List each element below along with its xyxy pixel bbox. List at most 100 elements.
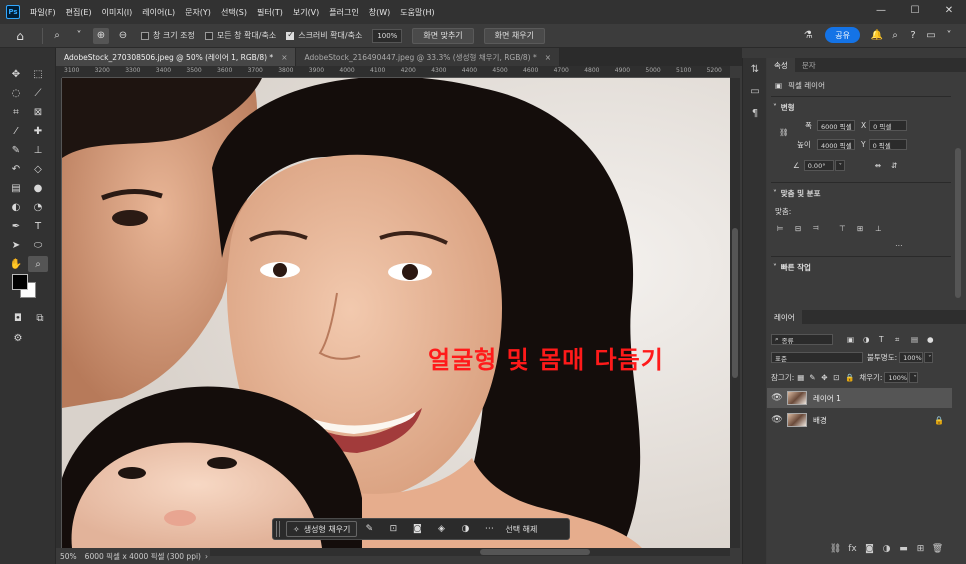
drag-handle[interactable] — [276, 521, 280, 537]
deselect-button[interactable]: 선택 해제 — [505, 524, 537, 535]
edit-toolbar-icon[interactable]: ⚙ — [8, 330, 28, 346]
filter-smart-icon[interactable]: ▤ — [911, 335, 927, 344]
menu-layer[interactable]: 레이어(L) — [142, 7, 175, 18]
marquee-tool-icon[interactable]: ⬚ — [28, 66, 48, 82]
properties-scrollbar[interactable] — [955, 148, 961, 298]
chevron-down-icon[interactable]: ˅ — [909, 372, 919, 383]
group-folder-icon[interactable]: ▬ — [895, 544, 912, 554]
fill-icon[interactable]: ◈ — [429, 524, 453, 534]
menu-filter[interactable]: 필터(T) — [257, 7, 283, 18]
eraser-tool-icon[interactable]: ◇ — [28, 161, 48, 177]
zoom-out-icon[interactable]: ⊖ — [115, 28, 131, 44]
tab-properties[interactable]: 속성 — [767, 58, 795, 72]
color-swatches[interactable] — [12, 274, 42, 304]
filter-type-icon[interactable]: T — [879, 335, 895, 344]
flask-icon[interactable]: ⚗ — [799, 30, 817, 41]
foreground-color-swatch[interactable] — [12, 274, 28, 290]
gradient-tool-icon[interactable]: ▤ — [6, 180, 26, 196]
close-icon[interactable]: ✕ — [932, 0, 966, 20]
y-field[interactable]: 0 픽셀 — [868, 139, 907, 150]
filter-pixel-icon[interactable]: ▣ — [847, 335, 863, 344]
screen-mode-icon[interactable]: ⧉ — [30, 310, 50, 326]
close-tab-icon[interactable]: × — [281, 53, 287, 62]
menu-help[interactable]: 도움말(H) — [400, 7, 434, 18]
more-options-icon[interactable]: ⋯ — [477, 524, 501, 534]
document-canvas[interactable]: 얼굴형 및 몸매 다듬기 — [62, 78, 730, 548]
more-align-icon[interactable]: ⋯ — [895, 241, 903, 250]
workspace-icon[interactable]: ▭ — [922, 30, 940, 41]
shape-tool-icon[interactable]: ⬭ — [28, 237, 48, 253]
tab-document-1[interactable]: AdobeStock_270308506.jpeg @ 50% (레이어 1, … — [56, 48, 297, 66]
history-brush-tool-icon[interactable]: ↶ — [6, 161, 26, 177]
filter-toggle-icon[interactable]: ● — [927, 335, 943, 344]
tab-layers[interactable]: 레이어 — [767, 310, 802, 324]
filter-adjust-icon[interactable]: ◑ — [863, 335, 879, 344]
lock-position-icon[interactable]: ✥ — [821, 373, 833, 382]
search-icon[interactable]: ⌕ — [886, 30, 904, 41]
menu-window[interactable]: 창(W) — [369, 7, 391, 18]
chevron-down-icon[interactable]: ˅ — [940, 30, 958, 41]
align-bottom-icon[interactable]: ⊥ — [875, 224, 893, 233]
menu-edit[interactable]: 편집(E) — [66, 7, 92, 18]
paragraph-icon[interactable]: ¶ — [743, 102, 767, 124]
bell-icon[interactable]: 🔔 — [868, 30, 886, 41]
align-top-icon[interactable]: ⊤ — [839, 224, 857, 233]
tab-character[interactable]: 문자 — [795, 58, 823, 72]
fx-icon[interactable]: fx — [844, 544, 861, 554]
align-section-header[interactable]: ˅ 맞춤 및 분포 — [773, 188, 820, 199]
path-select-tool-icon[interactable]: ➤ — [6, 237, 26, 253]
zoom-tool-icon[interactable]: ⌕ — [28, 256, 48, 272]
align-center-v-icon[interactable]: ⊞ — [857, 224, 875, 233]
x-field[interactable]: 0 픽셀 — [869, 120, 908, 131]
visibility-eye-icon[interactable]: 👁 — [767, 415, 787, 425]
adjustments-icon[interactable]: ⇅ — [743, 58, 767, 80]
frame-tool-icon[interactable]: ⊠ — [28, 104, 48, 120]
burn-tool-icon[interactable]: ◔ — [28, 199, 48, 215]
chevron-right-icon[interactable]: › — [205, 552, 208, 561]
close-tab-icon[interactable]: × — [545, 53, 551, 62]
filter-shape-icon[interactable]: ⌗ — [895, 335, 911, 345]
healing-brush-tool-icon[interactable]: ✚ — [28, 123, 48, 139]
blend-mode-select[interactable]: 표준 — [771, 352, 863, 363]
height-field[interactable]: 4000 픽셀 — [817, 139, 855, 150]
brush-tool-icon[interactable]: ✎ — [6, 142, 26, 158]
adjustment-layer-icon[interactable]: ◑ — [878, 544, 895, 554]
fill-field[interactable]: 100% — [884, 372, 909, 383]
scroll-thumb[interactable] — [732, 228, 738, 378]
stamp-tool-icon[interactable]: ⊥ — [28, 142, 48, 158]
lasso-tool-icon[interactable]: ◌ — [6, 85, 26, 101]
trash-icon[interactable]: 🗑 — [929, 544, 946, 554]
type-tool-icon[interactable]: T — [28, 218, 48, 234]
comments-icon[interactable]: ▭ — [743, 80, 767, 102]
zoom-tool-icon[interactable]: ⌕ — [49, 28, 65, 44]
add-mask-icon[interactable]: ◙ — [861, 544, 878, 554]
quick-actions-section-header[interactable]: ˅ 빠른 작업 — [773, 262, 811, 273]
opacity-field[interactable]: 100% — [899, 352, 924, 363]
share-button[interactable]: 공유 — [825, 27, 860, 43]
horizontal-scrollbar[interactable] — [210, 548, 730, 556]
chevron-down-icon[interactable]: ˅ — [924, 352, 934, 363]
maximize-icon[interactable]: ☐ — [898, 0, 932, 20]
width-field[interactable]: 6000 픽셀 — [817, 120, 855, 131]
zoom-value-field[interactable]: 100% — [372, 28, 403, 43]
invert-selection-icon[interactable]: ⊡ — [381, 524, 405, 534]
lock-transparent-icon[interactable]: ▦ — [797, 373, 809, 382]
fill-screen-button[interactable]: 화면 채우기 — [483, 27, 546, 44]
menu-file[interactable]: 파일(F) — [30, 7, 56, 18]
tab-document-2[interactable]: AdobeStock_216490447.jpeg @ 33.3% (생성형 채… — [296, 48, 561, 66]
layer-row-background[interactable]: 👁 배경 🔒 — [767, 410, 952, 430]
lock-all-icon[interactable]: 🔒 — [845, 373, 857, 382]
visibility-eye-icon[interactable]: 👁 — [767, 393, 787, 403]
scroll-thumb[interactable] — [480, 549, 590, 555]
transform-section-header[interactable]: ˅ 변형 — [773, 102, 795, 113]
menu-view[interactable]: 보기(V) — [293, 7, 319, 18]
move-tool-icon[interactable]: ✥ — [6, 66, 26, 82]
minimize-icon[interactable]: — — [864, 0, 898, 20]
adjustment-icon[interactable]: ◑ — [453, 524, 477, 534]
dropdown-chevron-icon[interactable]: ˅ — [71, 28, 87, 44]
generative-fill-button[interactable]: ✧ 생성형 채우기 — [286, 521, 358, 537]
eyedropper-tool-icon[interactable]: ⁄ — [6, 123, 26, 139]
lock-artboard-icon[interactable]: ⊡ — [833, 373, 845, 382]
layer-filter-select[interactable]: ⌕ 종류 — [771, 334, 833, 345]
chevron-down-icon[interactable]: ˅ — [834, 160, 845, 171]
